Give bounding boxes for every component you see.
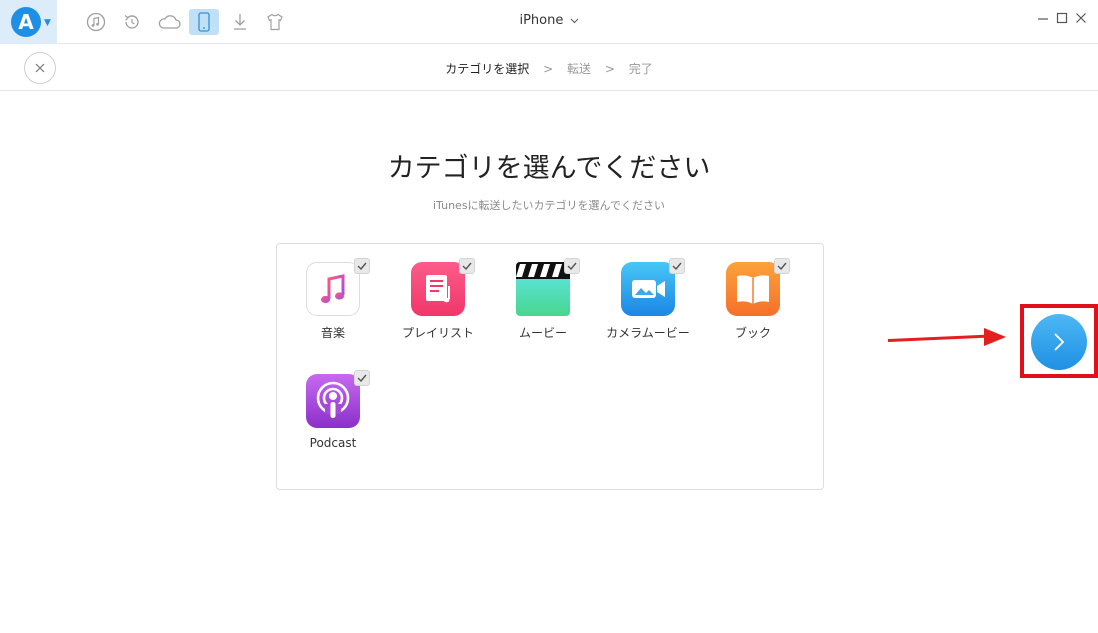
checkbox[interactable]	[564, 258, 580, 274]
annotation-arrow-head	[984, 328, 1006, 346]
step-transfer: 転送	[566, 62, 591, 76]
book-icon	[726, 262, 780, 316]
category-panel: 音楽 プレイリスト ムービー カメラムービー ブック Podcast	[276, 243, 824, 490]
checkbox[interactable]	[774, 258, 790, 274]
breadcrumb-separator: >	[543, 62, 554, 76]
step-complete: 完了	[628, 62, 653, 76]
device-title[interactable]: iPhone	[0, 13, 1098, 28]
category-movies[interactable]: ムービー	[498, 244, 588, 344]
checkbox[interactable]	[459, 258, 475, 274]
category-label: ブック	[734, 326, 771, 340]
chevron-down-icon	[570, 13, 579, 28]
category-label: 音楽	[320, 326, 345, 340]
annotation-arrow	[887, 334, 988, 342]
chevron-right-icon	[1054, 333, 1065, 351]
breadcrumb: カテゴリを選択 > 転送 > 完了	[0, 60, 1098, 77]
minimize-button[interactable]	[1035, 12, 1051, 30]
video-camera-icon	[621, 262, 675, 316]
category-label: カメラムービー	[606, 326, 690, 340]
clapperboard-icon	[516, 262, 570, 316]
category-music[interactable]: 音楽	[288, 244, 378, 344]
category-camera-movies[interactable]: カメラムービー	[603, 244, 693, 344]
checkbox[interactable]	[354, 258, 370, 274]
checkbox[interactable]	[669, 258, 685, 274]
close-window-button[interactable]	[1073, 12, 1089, 30]
step-bar: カテゴリを選択 > 転送 > 完了	[0, 45, 1098, 91]
category-label: ムービー	[518, 326, 567, 340]
page-subtitle: iTunesに転送したいカテゴリを選んでください	[433, 199, 665, 212]
category-books[interactable]: ブック	[708, 244, 798, 344]
podcast-icon	[306, 374, 360, 428]
category-playlist[interactable]: プレイリスト	[393, 244, 483, 344]
maximize-button[interactable]	[1054, 12, 1070, 30]
breadcrumb-separator: >	[604, 62, 615, 76]
checkbox[interactable]	[354, 370, 370, 386]
category-label: プレイリスト	[401, 326, 474, 340]
category-label: Podcast	[309, 436, 357, 450]
page-title: カテゴリを選んでください	[387, 153, 711, 184]
title-bar: A ▼ iPhone	[0, 0, 1098, 44]
step-select-category: カテゴリを選択	[445, 62, 530, 76]
category-podcast[interactable]: Podcast	[288, 356, 378, 456]
playlist-icon	[411, 262, 465, 316]
music-note-icon	[306, 262, 360, 316]
next-button[interactable]	[1031, 314, 1087, 370]
device-name: iPhone	[519, 13, 564, 28]
